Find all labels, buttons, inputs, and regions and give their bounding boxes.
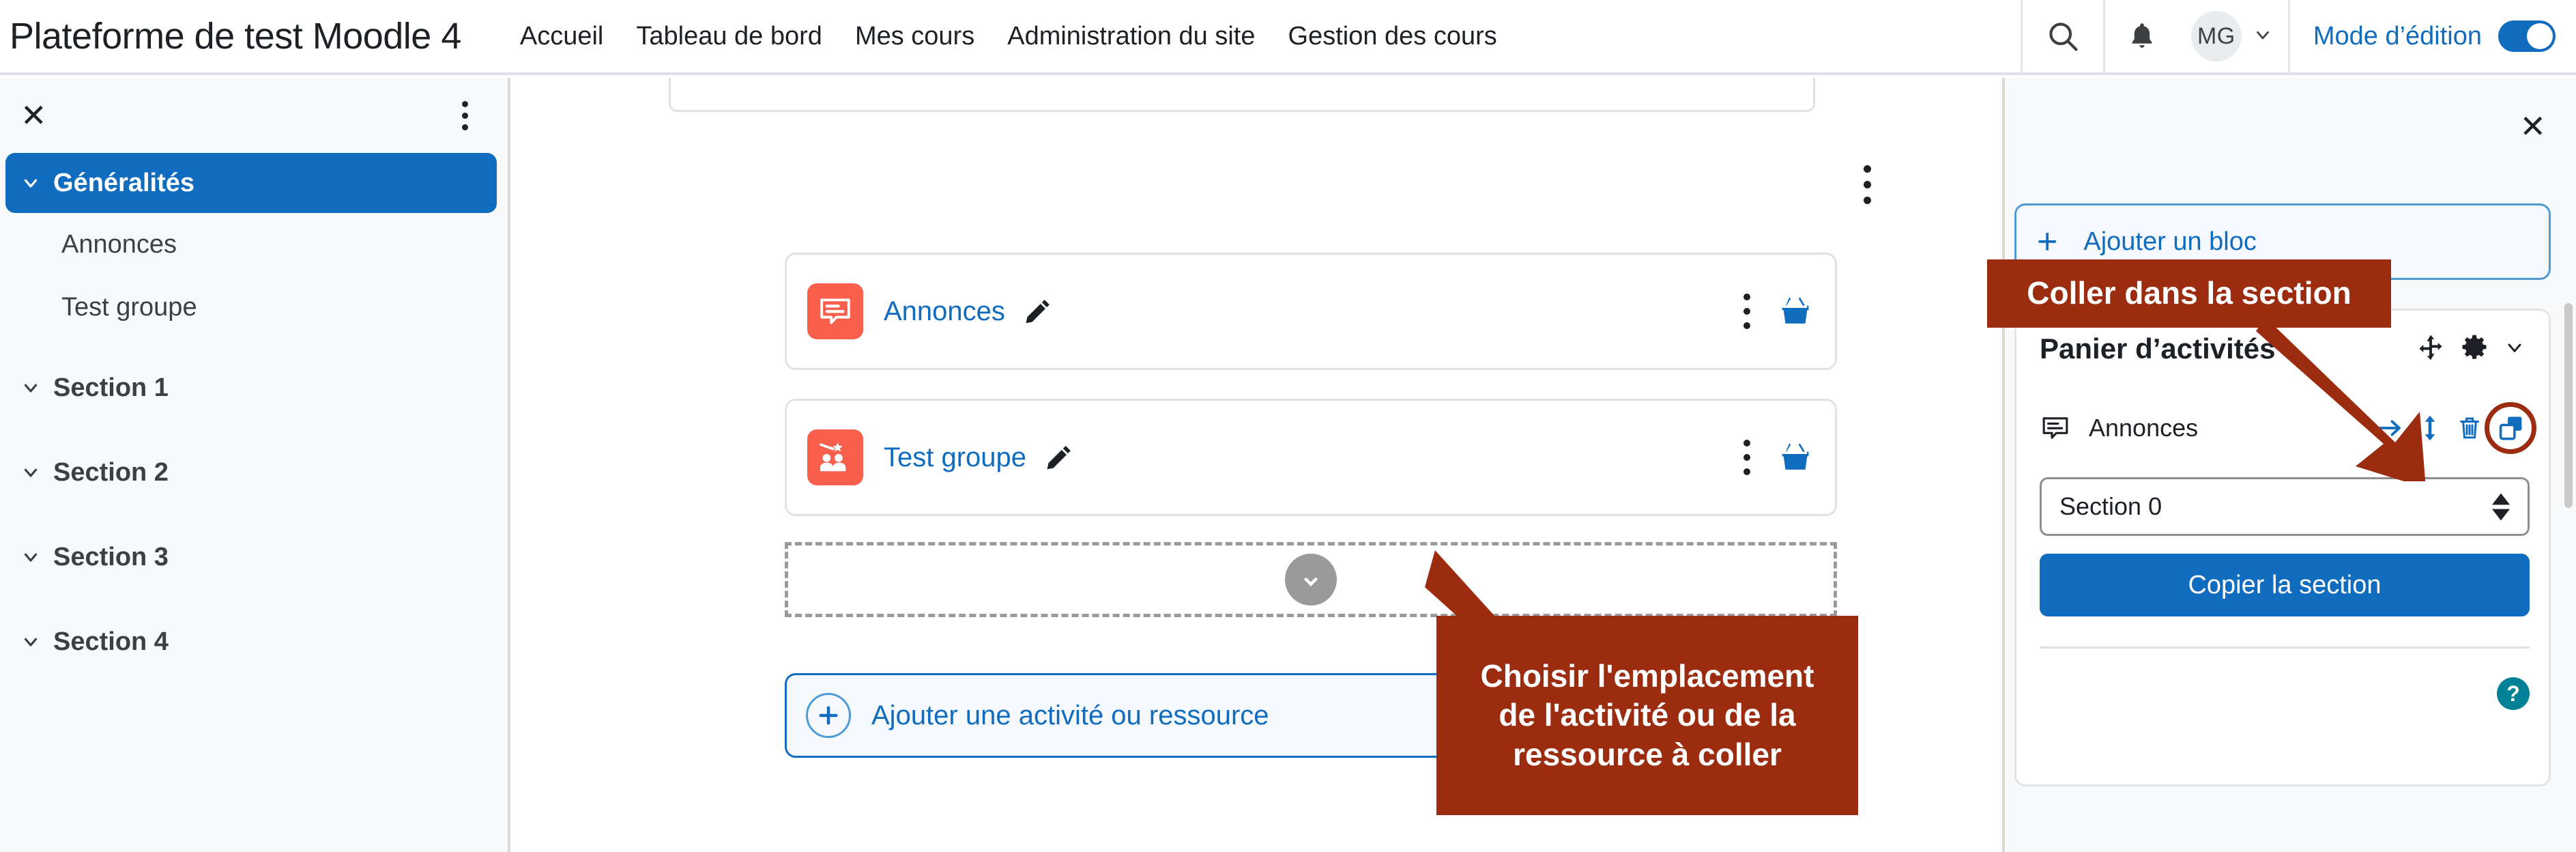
- kebab-menu-icon[interactable]: [1737, 289, 1757, 333]
- close-icon[interactable]: ✕: [20, 100, 47, 131]
- nav-item-administration-du-site[interactable]: Administration du site: [991, 22, 1271, 51]
- activity-actions: [1737, 289, 1812, 333]
- close-icon[interactable]: ✕: [2519, 111, 2546, 142]
- arrow-down-circle-icon: [1285, 554, 1337, 606]
- sidebar-item-label: Section 4: [53, 627, 169, 656]
- sidebar-item-label: Section 2: [53, 457, 169, 487]
- nav-item-gestion-des-cours[interactable]: Gestion des cours: [1272, 22, 1514, 51]
- site-brand-title: Plateforme de test Moodle 4: [10, 16, 461, 57]
- callout-coller-dans-la-section: Coller dans la section: [1987, 259, 2391, 328]
- chevron-down-icon: [15, 631, 46, 652]
- group-choice-icon: [807, 429, 863, 485]
- section-menu-icon[interactable]: [1864, 165, 1871, 204]
- user-menu[interactable]: MG: [2179, 0, 2288, 72]
- callout-text: Choisir l'emplacement de l'activité ou d…: [1480, 657, 1814, 772]
- help-question-icon[interactable]: ?: [2497, 677, 2530, 710]
- copy-section-button[interactable]: Copier la section: [2040, 554, 2530, 616]
- section-select-value: Section 0: [2059, 492, 2162, 520]
- nav-item-mes-cours[interactable]: Mes cours: [839, 22, 991, 51]
- top-navigation-bar: Plateforme de test Moodle 4 Accueil Tabl…: [0, 0, 2576, 75]
- edit-mode-label: Mode d’édition: [2313, 21, 2482, 51]
- section-select[interactable]: Section 0: [2040, 477, 2530, 536]
- callout-text: Coller dans la section: [2027, 275, 2351, 311]
- kebab-menu-icon[interactable]: [1737, 436, 1757, 479]
- previous-section-card: [669, 78, 1815, 112]
- activity-card-test-groupe[interactable]: Test groupe: [785, 399, 1837, 516]
- chevron-down-icon[interactable]: [2504, 337, 2526, 362]
- edit-mode-toggle[interactable]: Mode d’édition: [2290, 0, 2576, 72]
- chevron-down-icon: [15, 462, 46, 483]
- trash-icon[interactable]: [2456, 414, 2483, 442]
- nav-item-tableau-de-bord[interactable]: Tableau de bord: [620, 22, 839, 51]
- pencil-icon[interactable]: [1044, 442, 1074, 472]
- drawer-header: ✕: [0, 78, 508, 153]
- plus-icon: +: [2037, 222, 2058, 261]
- sidebar-item-generalites[interactable]: Généralités: [5, 153, 497, 213]
- divider: [2040, 647, 2530, 649]
- sidebar-item-section-1[interactable]: Section 1: [0, 358, 508, 418]
- basket-item-actions: [2375, 402, 2536, 454]
- block-drawer: ✕ + Ajouter un bloc Panier d’activités A…: [2002, 78, 2576, 852]
- course-index-drawer: ✕ Généralités Annonces Test groupe Secti…: [0, 78, 510, 852]
- activity-drop-zone[interactable]: [785, 542, 1837, 617]
- activity-card-annonces[interactable]: Annonces: [785, 253, 1837, 370]
- basket-item-annonces: Annonces: [2040, 394, 2536, 462]
- callout-choisir-emplacement: Choisir l'emplacement de l'activité ou d…: [1436, 616, 1858, 815]
- chevron-down-icon: [15, 378, 46, 398]
- activity-actions: [1737, 436, 1812, 479]
- sidebar-subitem-annonces[interactable]: Annonces: [0, 213, 508, 276]
- block-title: Panier d’activités: [2040, 332, 2276, 365]
- add-block-label: Ajouter un bloc: [2083, 227, 2257, 256]
- move-arrows-icon[interactable]: [2416, 333, 2445, 365]
- toggle-switch[interactable]: [2498, 20, 2556, 52]
- chevron-down-icon: [15, 173, 46, 193]
- activity-basket-block: Panier d’activités Annonces Section 0 Co…: [2014, 309, 2551, 786]
- copy-icon[interactable]: [2497, 414, 2526, 442]
- search-icon[interactable]: [2023, 0, 2103, 72]
- activity-name-link[interactable]: Test groupe: [884, 442, 1026, 473]
- forum-icon: [2040, 412, 2075, 444]
- drawer-scrollbar[interactable]: [2564, 303, 2573, 508]
- chevron-down-icon: [15, 547, 46, 567]
- sidebar-item-label: Généralités: [53, 168, 194, 197]
- nav-item-accueil[interactable]: Accueil: [504, 22, 620, 51]
- kebab-menu-icon[interactable]: [457, 96, 474, 136]
- forum-icon: [807, 283, 863, 339]
- basket-item-label: Annonces: [2089, 414, 2199, 442]
- gear-icon[interactable]: [2460, 333, 2489, 365]
- add-activity-label: Ajouter une activité ou ressource: [871, 700, 1269, 730]
- basket-icon[interactable]: [1778, 294, 1812, 328]
- block-footer: ?: [2040, 677, 2530, 710]
- sidebar-item-section-2[interactable]: Section 2: [0, 442, 508, 502]
- avatar: MG: [2190, 11, 2242, 61]
- sidebar-item-label: Section 3: [53, 542, 169, 571]
- updown-arrows-icon: [2492, 493, 2510, 521]
- bell-icon[interactable]: [2105, 0, 2179, 72]
- move-right-icon[interactable]: [2375, 414, 2404, 442]
- pencil-icon[interactable]: [1023, 296, 1053, 326]
- chevron-down-icon: [2253, 25, 2273, 48]
- plus-circle-icon: [806, 693, 851, 738]
- activity-name-link[interactable]: Annonces: [884, 296, 1005, 327]
- sidebar-item-label: Section 1: [53, 373, 169, 402]
- sidebar-subitem-test-groupe[interactable]: Test groupe: [0, 276, 508, 339]
- block-header-actions: [2416, 333, 2526, 365]
- sidebar-item-section-4[interactable]: Section 4: [0, 612, 508, 672]
- header-actions: MG Mode d’édition: [2020, 0, 2576, 72]
- basket-icon[interactable]: [1778, 440, 1812, 474]
- move-updown-icon[interactable]: [2418, 414, 2442, 442]
- primary-nav: Accueil Tableau de bord Mes cours Admini…: [504, 22, 1514, 51]
- sidebar-item-section-3[interactable]: Section 3: [0, 527, 508, 587]
